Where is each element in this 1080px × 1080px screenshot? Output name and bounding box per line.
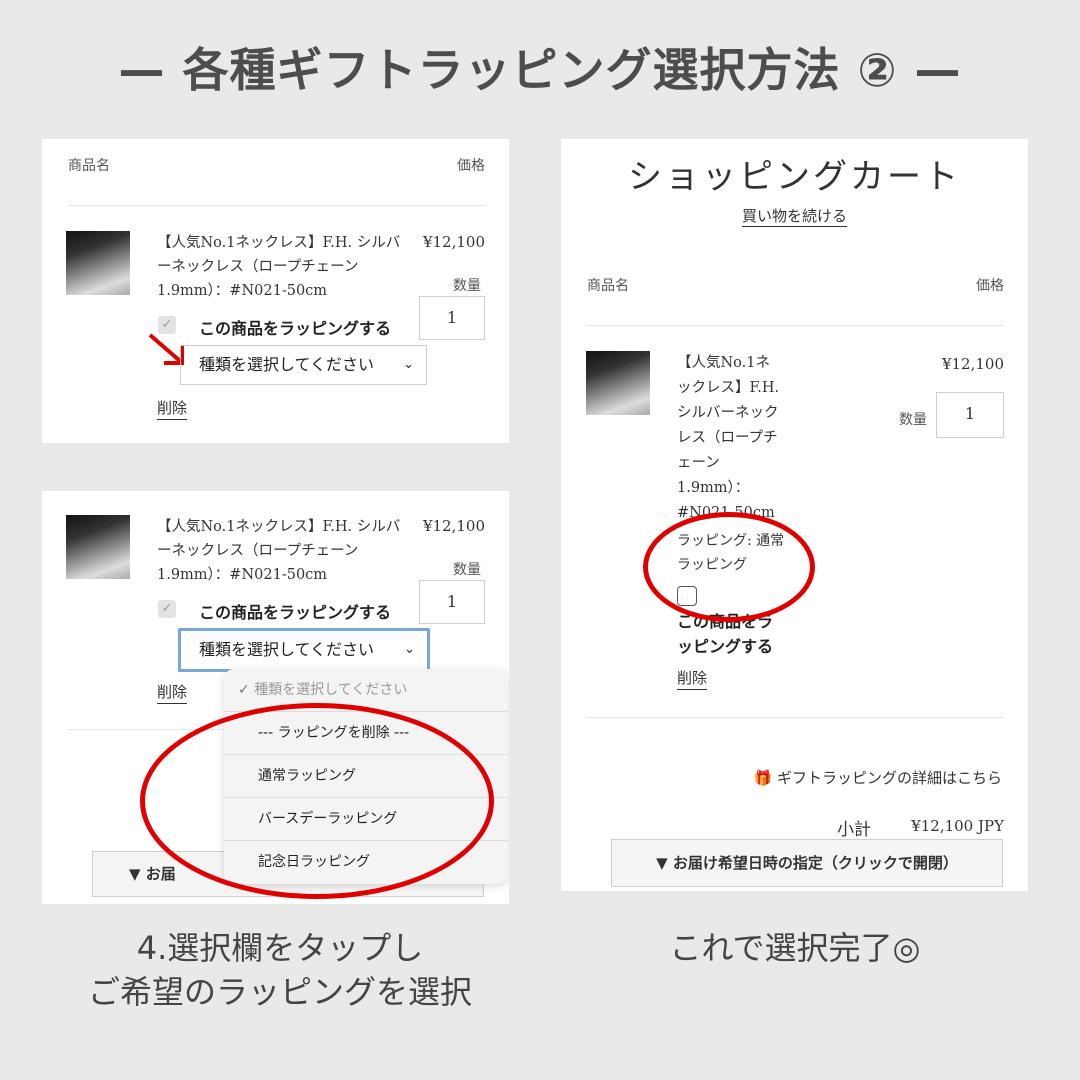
delete-link[interactable]: 削除	[157, 681, 188, 704]
subtotal-label: 小計	[837, 820, 871, 840]
product-price: ¥12,100	[941, 355, 1004, 373]
chevron-down-icon: ⌄	[404, 642, 415, 657]
product-thumbnail[interactable]	[66, 515, 130, 579]
quantity-label: 数量	[453, 278, 481, 294]
cart-panel-step-dropdown: 【人気No.1ネックレス】F.H. シルバ ーネックレス（ロープチェーン 1.9…	[42, 491, 509, 904]
product-name[interactable]: 【人気No.1ネックレス】F.H. シルバ ーネックレス（ロープチェーン 1.9…	[157, 231, 400, 303]
quantity-label: 数量	[899, 412, 927, 428]
product-thumbnail[interactable]	[586, 351, 650, 415]
quantity-input[interactable]: 1	[419, 296, 485, 340]
chevron-down-icon: ⌄	[403, 357, 414, 372]
gift-icon: 🎁	[753, 769, 773, 787]
delete-link[interactable]: 削除	[157, 397, 188, 420]
wrap-checkbox[interactable]: ✓	[158, 600, 176, 618]
checkmark-icon: ✓	[238, 682, 250, 698]
product-price: ¥12,100	[422, 233, 485, 251]
gift-wrap-details-link[interactable]: 🎁 ギフトラッピングの詳細はこちら	[754, 767, 1002, 788]
column-header-price: 価格	[457, 158, 485, 174]
wrap-type-select-focused[interactable]: 種類を選択してください ⌄	[178, 628, 430, 672]
caption-right: これで選択完了◎	[669, 929, 921, 967]
dropdown-option-birthday-wrap[interactable]: バースデーラッピング	[224, 797, 508, 839]
product-thumbnail[interactable]	[66, 231, 130, 295]
column-header-name: 商品名	[68, 158, 110, 174]
wrap-checkbox[interactable]	[677, 586, 697, 606]
wrap-checkbox-label[interactable]: この商品をラッピングする	[199, 599, 391, 623]
dropdown-option-placeholder[interactable]: ✓ 種類を選択してください	[224, 669, 508, 711]
column-header-name: 商品名	[587, 278, 629, 294]
page-title: — 各種ギフトラッピング選択方法 ② —	[118, 43, 962, 97]
column-header-price: 価格	[976, 278, 1004, 294]
quantity-input[interactable]: 1	[936, 392, 1004, 438]
dropdown-option-standard-wrap[interactable]: 通常ラッピング	[224, 754, 508, 796]
caption-left: 4.選択欄をタップし ご希望のラッピングを選択	[87, 929, 472, 1011]
cart-panel-step-select: 商品名 価格 【人気No.1ネックレス】F.H. シルバ ーネックレス（ロープチ…	[42, 139, 509, 443]
subtotal-value: ¥12,100 JPY	[911, 817, 1004, 835]
cart-heading: ショッピングカート	[628, 157, 961, 197]
wrap-checkbox-label[interactable]: この商品をラッピングする	[199, 315, 391, 339]
quantity-input[interactable]: 1	[419, 580, 485, 624]
product-name[interactable]: 【人気No.1ネ ックレス】F.H. シルバーネック レス（ロープチ ェーン 1…	[677, 351, 779, 526]
wrap-info: ラッピング: 通常 ラッピング	[677, 533, 785, 573]
quantity-label: 数量	[453, 562, 481, 578]
delivery-toggle-button[interactable]: ▼ お届け希望日時の指定（クリックで開閉）	[611, 839, 1003, 887]
wrap-type-dropdown-menu: ✓ 種類を選択してください --- ラッピングを削除 --- 通常ラッピング バ…	[224, 669, 508, 884]
dropdown-option-remove-wrap[interactable]: --- ラッピングを削除 ---	[224, 711, 508, 753]
product-name[interactable]: 【人気No.1ネックレス】F.H. シルバ ーネックレス（ロープチェーン 1.9…	[157, 515, 400, 587]
delete-link[interactable]: 削除	[677, 667, 708, 690]
wrap-checkbox-label[interactable]: この商品をラ ッピングする	[677, 609, 773, 659]
dropdown-option-anniversary-wrap[interactable]: 記念日ラッピング	[224, 840, 508, 882]
continue-shopping-link[interactable]: 買い物を続ける	[741, 207, 847, 227]
product-price: ¥12,100	[422, 517, 485, 535]
wrap-type-select[interactable]: 種類を選択してください ⌄	[180, 345, 427, 385]
cart-panel-step-complete: ショッピングカート 買い物を続ける 商品名 価格 【人気No.1ネ ックレス】F…	[561, 139, 1028, 891]
